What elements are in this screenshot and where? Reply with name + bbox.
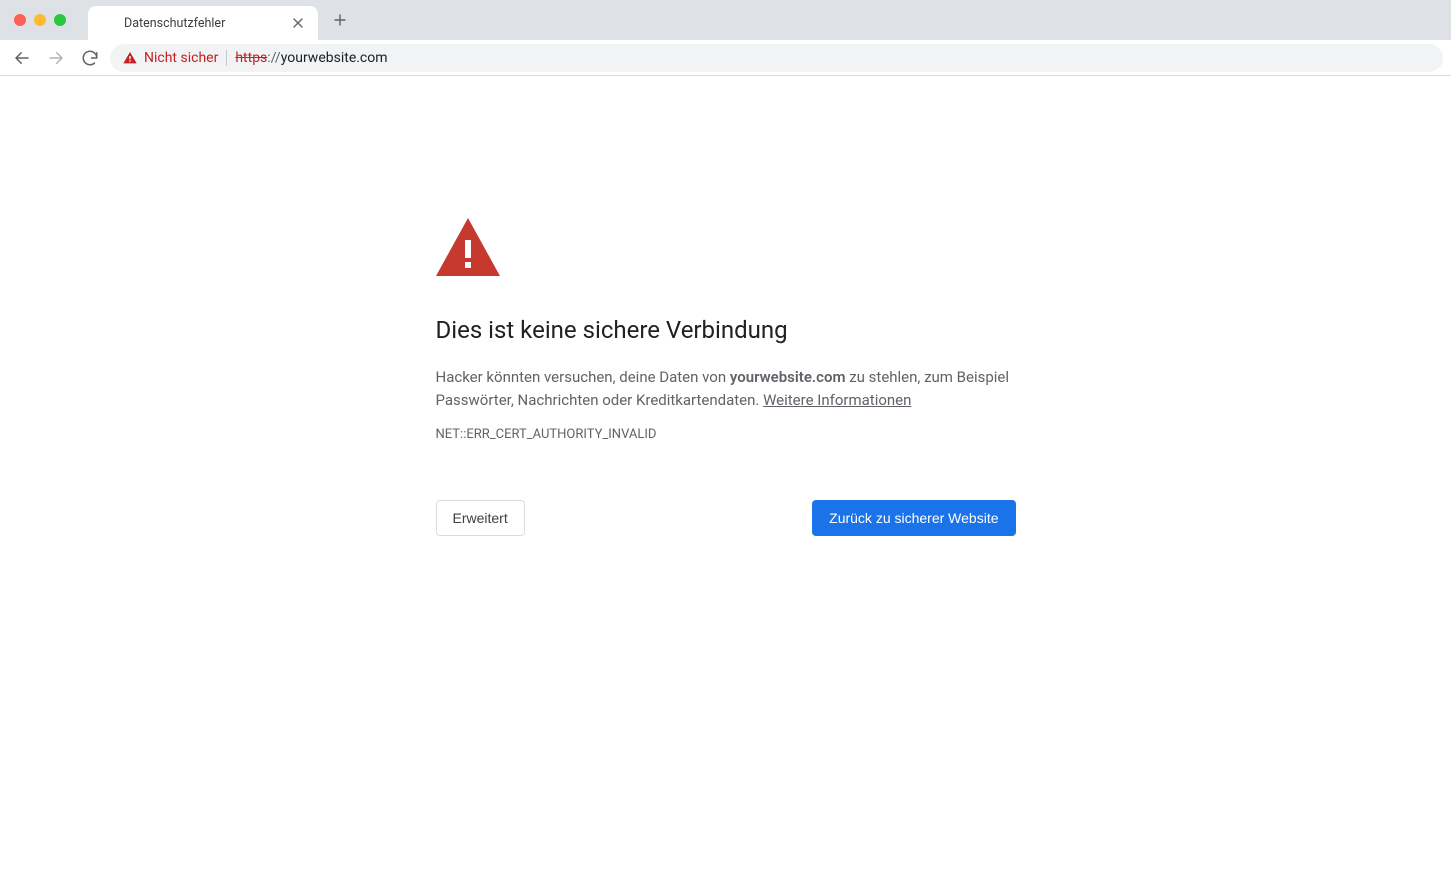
toolbar: Nicht sicher https://yourwebsite.com [0, 40, 1451, 76]
interstitial-heading: Dies ist keine sichere Verbindung [436, 316, 1016, 344]
plus-icon [334, 14, 346, 26]
forward-button[interactable] [42, 44, 70, 72]
browser-tab[interactable]: Datenschutzfehler [88, 6, 318, 40]
back-button[interactable] [8, 44, 36, 72]
back-to-safety-button[interactable]: Zurück zu sicherer Website [812, 500, 1015, 536]
browser-chrome: Datenschutzfehler Nicht [0, 0, 1451, 76]
window-controls [10, 0, 74, 40]
error-code: NET::ERR_CERT_AUTHORITY_INVALID [436, 427, 1016, 442]
tab-title: Datenschutzfehler [124, 16, 282, 31]
advanced-button[interactable]: Erweitert [436, 500, 525, 536]
security-indicator[interactable]: Nicht sicher [122, 50, 218, 66]
reload-button[interactable] [76, 44, 104, 72]
desc-text-pre: Hacker könnten versuchen, deine Daten vo… [436, 368, 730, 386]
window-minimize-button[interactable] [34, 14, 46, 26]
window-close-button[interactable] [14, 14, 26, 26]
desc-site-name: yourwebsite.com [730, 368, 846, 386]
url-display: https://yourwebsite.com [235, 50, 387, 66]
warning-triangle-icon [122, 50, 138, 66]
tab-strip: Datenschutzfehler [0, 0, 1451, 40]
security-interstitial: Dies ist keine sichere Verbindung Hacker… [436, 218, 1016, 536]
address-bar[interactable]: Nicht sicher https://yourwebsite.com [110, 44, 1443, 72]
arrow-right-icon [47, 49, 65, 67]
interstitial-description: Hacker könnten versuchen, deine Daten vo… [436, 366, 1016, 413]
close-icon [293, 18, 303, 28]
learn-more-link[interactable]: Weitere Informationen [763, 391, 911, 409]
page-content: Dies ist keine sichere Verbindung Hacker… [0, 76, 1451, 536]
tab-close-button[interactable] [290, 15, 306, 31]
large-warning-icon [436, 218, 1016, 276]
button-row: Erweitert Zurück zu sicherer Website [436, 500, 1016, 536]
window-zoom-button[interactable] [54, 14, 66, 26]
new-tab-button[interactable] [326, 6, 354, 34]
warning-triangle-icon [436, 218, 500, 276]
url-scheme: https [235, 50, 267, 66]
omnibox-divider [226, 50, 227, 66]
url-separator: :// [267, 50, 280, 66]
security-label: Nicht sicher [144, 50, 218, 66]
arrow-left-icon [13, 49, 31, 67]
tab-favicon-blank-icon [100, 15, 116, 31]
url-host: yourwebsite.com [281, 50, 388, 66]
reload-icon [81, 49, 99, 67]
